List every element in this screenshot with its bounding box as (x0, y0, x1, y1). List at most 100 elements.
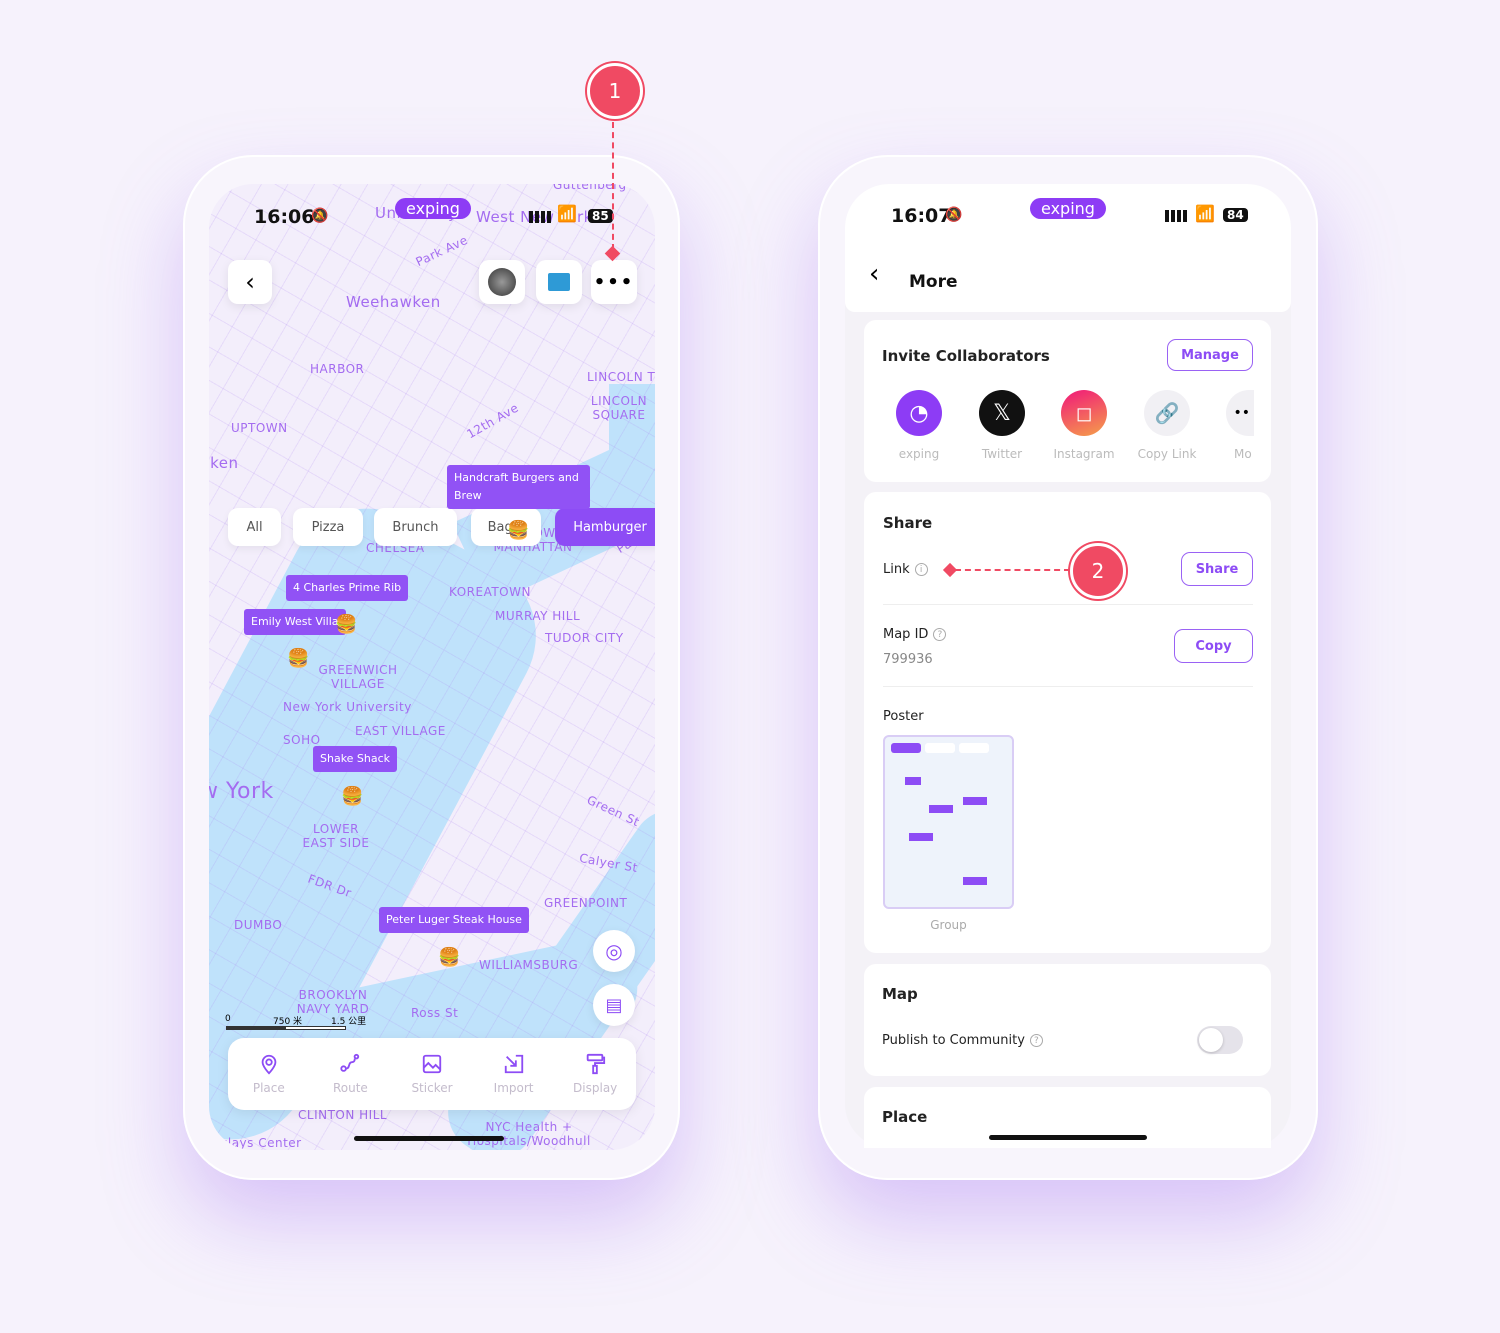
filter-brunch[interactable]: Brunch (374, 508, 457, 546)
home-indicator (354, 1136, 504, 1141)
filter-hamburger[interactable]: Hamburger (555, 508, 655, 546)
invite-heading: Invite Collaborators (882, 347, 1050, 365)
poster-thumbnail-group[interactable] (883, 735, 1014, 909)
link-label: Link i (883, 562, 928, 577)
map-label: KOREATOWN (449, 585, 531, 599)
avatar-button[interactable] (479, 260, 525, 304)
signal-icon (1165, 210, 1187, 222)
map-book-icon (548, 273, 570, 291)
place-tag[interactable]: Handcraft Burgers and Brew (447, 465, 590, 509)
instagram-share-button[interactable]: ◻ (1061, 390, 1107, 436)
map-id-value: 799936 (883, 652, 933, 667)
toolbar-label: Import (493, 1081, 534, 1095)
poster-caption: Group (930, 918, 967, 932)
publish-label-text: Publish to Community (882, 1033, 1025, 1048)
place-tag[interactable]: Peter Luger Steak House (379, 907, 529, 933)
back-button[interactable]: ‹ (869, 261, 879, 287)
filter-bagel[interactable]: Bagel (471, 508, 541, 546)
place-tag[interactable]: Shake Shack (313, 746, 398, 772)
map-label: GREENPOINT (544, 896, 628, 910)
map-label: Guttenberg (553, 184, 627, 192)
divider (883, 686, 1253, 687)
info-icon[interactable]: ? (1029, 1034, 1043, 1047)
manage-button[interactable]: Manage (1167, 339, 1253, 371)
toolbar-place[interactable]: Place (228, 1038, 310, 1110)
toolbar-display[interactable]: Display (554, 1038, 636, 1110)
map-label: TUDOR CITY (545, 631, 624, 645)
copy-button[interactable]: Copy (1174, 629, 1253, 663)
annotation-line (612, 122, 614, 250)
copy-link-button[interactable]: 🔗 (1144, 390, 1190, 436)
document-button[interactable]: ▤ (593, 984, 635, 1026)
map-label: LINCOLN SQUARE (590, 394, 648, 422)
annotation-line (955, 569, 1070, 571)
back-button[interactable]: ‹ (228, 260, 272, 304)
place-tag[interactable]: 4 Charles Prime Rib (286, 575, 409, 601)
app-label: Mo (1234, 447, 1252, 461)
map-id-label: Map ID? (883, 627, 947, 642)
place-tag[interactable]: Emily West Villa (244, 609, 346, 635)
toolbar-import[interactable]: Import (473, 1038, 555, 1110)
wifi-icon: 📶 (1195, 204, 1215, 223)
divider (883, 604, 1253, 605)
map-style-button[interactable] (536, 260, 582, 304)
more-button[interactable]: ••• (591, 260, 637, 304)
annotation-badge-1: 1 (587, 63, 643, 119)
poster-label: Poster (883, 709, 924, 724)
place-heading: Place (882, 1108, 928, 1126)
wifi-icon: 📶 (557, 204, 577, 223)
pin-icon (261, 1054, 277, 1075)
scale-bar (226, 1026, 346, 1030)
battery-indicator: 84 (1223, 208, 1248, 222)
app-label: Twitter (981, 447, 1023, 461)
map-heading: Map (882, 985, 918, 1003)
map-label: LINCOLN TOWERS (587, 370, 655, 384)
toolbar-label: Sticker (411, 1081, 453, 1095)
share-button[interactable]: Share (1181, 552, 1253, 586)
import-icon (504, 1054, 523, 1074)
map-card (864, 964, 1271, 1076)
map-label: New York University (283, 700, 412, 714)
signal-icon (529, 211, 551, 223)
toolbar-sticker[interactable]: Sticker (391, 1038, 473, 1110)
battery-indicator: 85 (588, 209, 613, 223)
publish-label: Publish to Community? (882, 1033, 1043, 1048)
map-label: EAST VILLAGE (355, 724, 446, 738)
filter-pizza[interactable]: Pizza (293, 508, 363, 546)
publish-toggle[interactable] (1197, 1026, 1243, 1054)
map-label: LOWER EAST SIDE (302, 822, 370, 850)
map-screen[interactable]: Guttenberg Union City West New York Park… (209, 184, 655, 1150)
burger-marker-icon[interactable]: 🍔 (507, 520, 529, 541)
map-label: UPTOWN (231, 421, 288, 435)
filter-all[interactable]: All (228, 508, 281, 546)
burger-marker-icon[interactable]: 🍔 (341, 786, 363, 807)
toolbar-route[interactable]: Route (310, 1038, 392, 1110)
map-label: MURRAY HILL (495, 609, 581, 623)
toolbar-label: Route (332, 1081, 368, 1095)
burger-marker-icon[interactable]: 🍔 (335, 614, 357, 635)
info-icon[interactable]: ? (933, 628, 947, 641)
locate-button[interactable]: ◎ (593, 930, 635, 972)
info-icon[interactable]: i (914, 563, 928, 576)
burger-marker-icon[interactable]: 🍔 (287, 648, 309, 669)
brand-pill: exping (1030, 198, 1106, 219)
burger-marker-icon[interactable]: 🍔 (438, 947, 460, 968)
status-time: 16:06 (254, 206, 315, 228)
toolbar-label: Place (252, 1081, 285, 1095)
map-label: Ross St (411, 1006, 459, 1020)
app-label: Copy Link (1137, 447, 1197, 461)
page-title: More (909, 272, 958, 292)
map-label: NYC Health + Hospitals/Woodhull (467, 1120, 591, 1148)
map-label: WILLIAMSBURG (479, 958, 579, 972)
toolbar-label: Display (573, 1081, 618, 1095)
bell-muted-icon: 🔕 (311, 208, 329, 224)
map-label: GREENWICH VILLAGE (318, 663, 398, 691)
map-label: SOHO (283, 733, 321, 747)
map-label: HARBOR (310, 362, 365, 376)
share-heading: Share (883, 514, 933, 532)
exping-share-button[interactable]: ◔ (896, 390, 942, 436)
map-label: New York (209, 779, 274, 804)
map-label: Weehawken (346, 293, 441, 311)
twitter-share-button[interactable]: 𝕏 (979, 390, 1025, 436)
map-label: CLINTON HILL (298, 1108, 388, 1122)
